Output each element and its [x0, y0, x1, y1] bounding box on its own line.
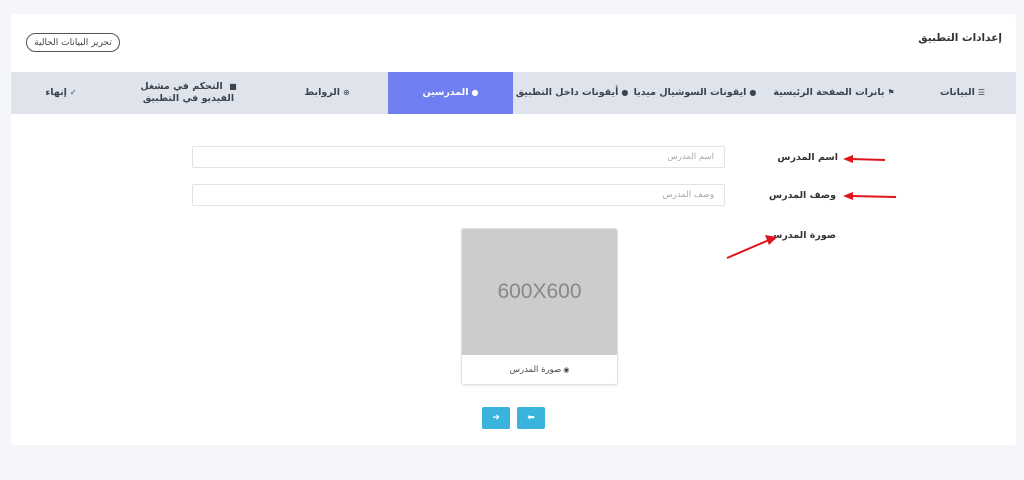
tab-home-banners[interactable]: ⚑ بانرات الصفحة الرئيسية — [759, 72, 909, 114]
tab-teachers[interactable]: ● المدرسين — [388, 72, 513, 114]
annotation-arrow-icon — [843, 155, 886, 163]
user-circle-icon: ● — [471, 88, 479, 97]
teacher-image-card: 600X600 ◉ صورة المدرس — [461, 228, 618, 385]
camera-icon: ◉ — [563, 365, 570, 374]
tab-social-icons[interactable]: ● ايقونات السوشيال ميديا — [631, 72, 759, 114]
video-icon: ■ — [229, 82, 237, 91]
tab-label: التحكم في مشغل الفيديو في التطبيق — [140, 81, 235, 104]
teacher-description-input[interactable] — [192, 184, 725, 206]
settings-card: إعدادات التطبيق تحرير البيانات الحالية ☰… — [11, 14, 1016, 445]
tab-app-icons[interactable]: ● أيقونات داخل التطبيق — [513, 72, 631, 114]
annotation-arrow-icon — [843, 192, 897, 200]
edit-current-data-button[interactable]: تحرير البيانات الحالية — [26, 33, 120, 52]
annotation-arrow-icon — [726, 235, 777, 259]
check-circle-icon: ✓ — [69, 88, 77, 97]
image-caption-text: صورة المدرس — [509, 364, 562, 375]
tab-label: البيانات — [940, 87, 975, 98]
tab-label: الروابط — [304, 87, 340, 98]
tab-video-player-control[interactable]: ■ التحكم في مشغل الفيديو في التطبيق — [111, 72, 266, 114]
tab-bar: ☰ البيانات ⚑ بانرات الصفحة الرئيسية ● اي… — [11, 72, 1016, 114]
previous-button[interactable]: ⬅ — [517, 407, 545, 429]
card-header: إعدادات التطبيق — [11, 14, 1016, 72]
page-title: إعدادات التطبيق — [918, 32, 1002, 44]
tab-label: ايقونات السوشيال ميديا — [633, 87, 747, 98]
tab-label: المدرسين — [422, 87, 469, 98]
teacher-description-label: وصف المدرس — [769, 190, 836, 201]
database-icon: ☰ — [977, 88, 985, 97]
tab-label: بانرات الصفحة الرئيسية — [773, 87, 885, 98]
teacher-name-input[interactable] — [192, 146, 725, 168]
next-button[interactable]: ➜ — [482, 407, 510, 429]
user-circle-icon: ● — [621, 88, 629, 97]
teacher-image-placeholder[interactable]: 600X600 — [462, 229, 617, 355]
teacher-name-label: اسم المدرس — [777, 152, 838, 163]
tab-finish[interactable]: ✓ إنهاء — [11, 72, 111, 114]
link-icon: ⊕ — [342, 88, 350, 97]
info-icon: ● — [749, 88, 757, 97]
teacher-image-caption[interactable]: ◉ صورة المدرس — [462, 355, 617, 384]
tab-label: أيقونات داخل التطبيق — [515, 87, 619, 98]
tab-links[interactable]: ⊕ الروابط — [266, 72, 388, 114]
banner-icon: ⚑ — [887, 88, 895, 97]
tab-label: إنهاء — [45, 87, 67, 98]
tab-data[interactable]: ☰ البيانات — [909, 72, 1016, 114]
